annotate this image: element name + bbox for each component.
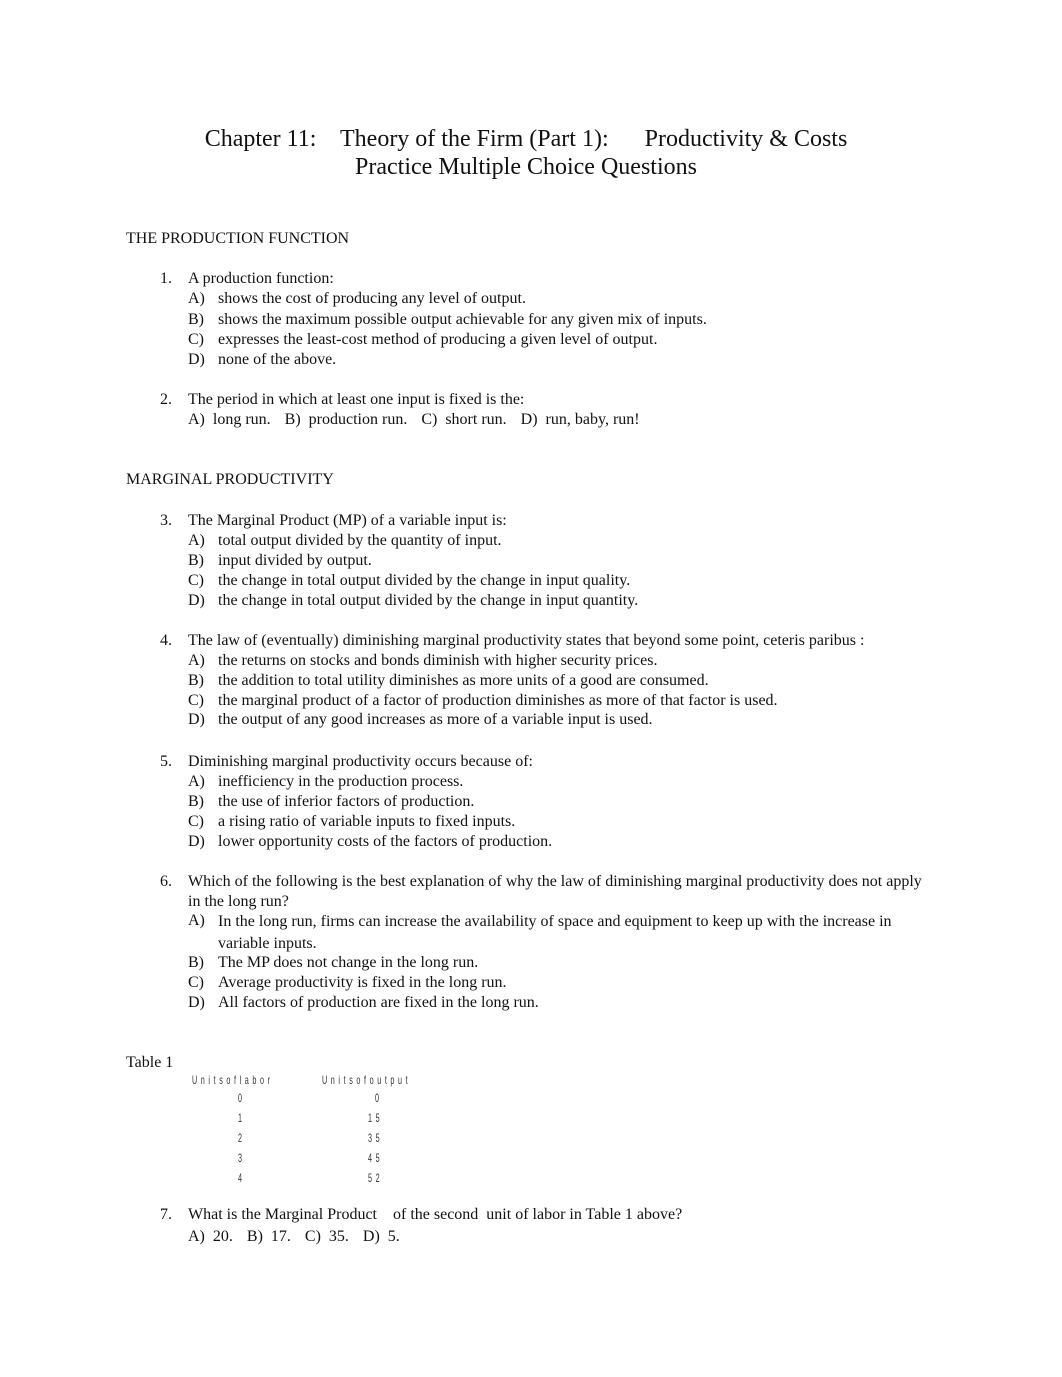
option-letter: A) xyxy=(188,290,205,307)
table-cell-labor: 2 xyxy=(238,1131,246,1145)
option-text: The MP does not change in the long run. xyxy=(218,954,479,971)
option-text: 20. xyxy=(212,1228,233,1245)
option-letter: B) xyxy=(188,793,204,810)
table-cell-output: 45 xyxy=(368,1151,384,1165)
question-text: The Marginal Product (MP) of a variable … xyxy=(188,512,507,529)
option-text: All factors of production are fixed in t… xyxy=(218,994,539,1011)
option-letter: D) xyxy=(188,711,205,728)
option-text: the returns on stocks and bonds diminish… xyxy=(218,652,658,669)
option-text: the change in total output divided by th… xyxy=(218,592,639,609)
option-letter: A) xyxy=(188,912,205,929)
page-subtitle: Practice Multiple Choice Questions xyxy=(355,154,697,180)
question-number: 2. xyxy=(160,391,172,408)
option-text: the change in total output divided by th… xyxy=(218,572,631,589)
document-page: Chapter 11: Theory of the Firm (Part 1):… xyxy=(0,0,1062,1377)
table-cell-labor: 1 xyxy=(238,1111,246,1125)
option-text: long run. xyxy=(212,411,271,428)
option-letter: C) xyxy=(188,331,204,348)
option-letter: C) xyxy=(188,813,204,830)
option-text: short run. xyxy=(445,411,507,428)
option-letter: C) xyxy=(304,1228,321,1245)
table-cell-labor: 3 xyxy=(238,1151,246,1165)
page-title: Chapter 11: Theory of the Firm (Part 1):… xyxy=(204,126,848,152)
option-letter: A) xyxy=(188,1228,205,1245)
option-letter: A) xyxy=(188,532,205,549)
option-letter: C) xyxy=(188,974,204,991)
question-number: 7. xyxy=(160,1206,172,1223)
option-letter: C) xyxy=(188,572,204,589)
option-text: lower opportunity costs of the factors o… xyxy=(218,833,553,850)
table-header-labor: Unitsoflabor xyxy=(192,1073,274,1087)
section-heading-production-function: THE PRODUCTION FUNCTION xyxy=(126,230,350,247)
table-cell-output: 52 xyxy=(368,1171,384,1185)
option-text: none of the above. xyxy=(218,351,337,368)
option-letter: D) xyxy=(188,351,205,368)
option-letter: B) xyxy=(188,311,204,328)
question-text: The period in which at least one input i… xyxy=(188,391,525,408)
option-text: total output divided by the quantity of … xyxy=(218,532,502,549)
table-cell-output: 35 xyxy=(368,1131,384,1145)
option-text: a rising ratio of variable inputs to fix… xyxy=(218,813,516,830)
option-letter: D) xyxy=(188,592,205,609)
option-text: shows the cost of producing any level of… xyxy=(218,290,526,307)
question-text: Which of the following is the best expla… xyxy=(188,873,922,910)
question-text: The law of (eventually) diminishing marg… xyxy=(188,632,865,649)
option-letter: D) xyxy=(188,994,205,1011)
option-text: Average productivity is fixed in the lon… xyxy=(218,974,507,991)
question-text: A production function: xyxy=(188,270,334,287)
section-heading-marginal-productivity: MARGINAL PRODUCTIVITY xyxy=(126,471,334,488)
inline-options: A) 20. B) 17. C) 35. D) 5. xyxy=(188,1227,400,1247)
option-letter: B) xyxy=(188,552,204,569)
question-text: Diminishing marginal productivity occurs… xyxy=(188,753,533,770)
option-letter: C) xyxy=(188,692,204,709)
option-text: inefficiency in the production process. xyxy=(218,773,464,790)
option-text: the addition to total utility diminishes… xyxy=(218,672,709,689)
question-number: 1. xyxy=(160,270,172,287)
option-text: 17. xyxy=(270,1228,291,1245)
option-letter: D) xyxy=(520,411,538,428)
option-letter: C) xyxy=(421,411,438,428)
question-number: 4. xyxy=(160,632,172,649)
table-cell-labor: 0 xyxy=(238,1091,246,1105)
option-letter: D) xyxy=(188,833,205,850)
option-text: input divided by output. xyxy=(218,552,372,569)
option-letter: D) xyxy=(362,1228,380,1245)
option-letter: B) xyxy=(284,411,301,428)
question-number: 6. xyxy=(160,873,172,890)
option-text: In the long run, firms can increase the … xyxy=(218,913,892,952)
table-cell-output: 15 xyxy=(368,1111,384,1125)
table-cell-output: 0 xyxy=(375,1091,383,1105)
option-letter: B) xyxy=(246,1228,263,1245)
table-label: Table 1 xyxy=(126,1054,174,1071)
option-text: production run. xyxy=(308,411,408,428)
option-letter: B) xyxy=(188,672,204,689)
option-text: 5. xyxy=(387,1228,400,1245)
question-number: 3. xyxy=(160,512,172,529)
option-text: the output of any good increases as more… xyxy=(218,711,653,728)
option-letter: A) xyxy=(188,652,205,669)
option-text: run, baby, run! xyxy=(545,411,640,428)
option-text: expresses the least-cost method of produ… xyxy=(218,331,658,348)
option-text: the marginal product of a factor of prod… xyxy=(218,692,778,709)
question-text: What is the Marginal Product of the seco… xyxy=(188,1206,683,1223)
question-number: 5. xyxy=(160,753,172,770)
option-letter: B) xyxy=(188,954,204,971)
option-text: the use of inferior factors of productio… xyxy=(218,793,475,810)
table-header-output: Unitsofoutput xyxy=(322,1073,412,1087)
option-letter: A) xyxy=(188,411,205,428)
inline-options: A) long run. B) production run. C) short r… xyxy=(188,410,640,430)
option-text: shows the maximum possible output achiev… xyxy=(218,311,707,328)
option-letter: A) xyxy=(188,773,205,790)
table-cell-labor: 4 xyxy=(238,1171,246,1185)
option-text: 35. xyxy=(328,1228,349,1245)
